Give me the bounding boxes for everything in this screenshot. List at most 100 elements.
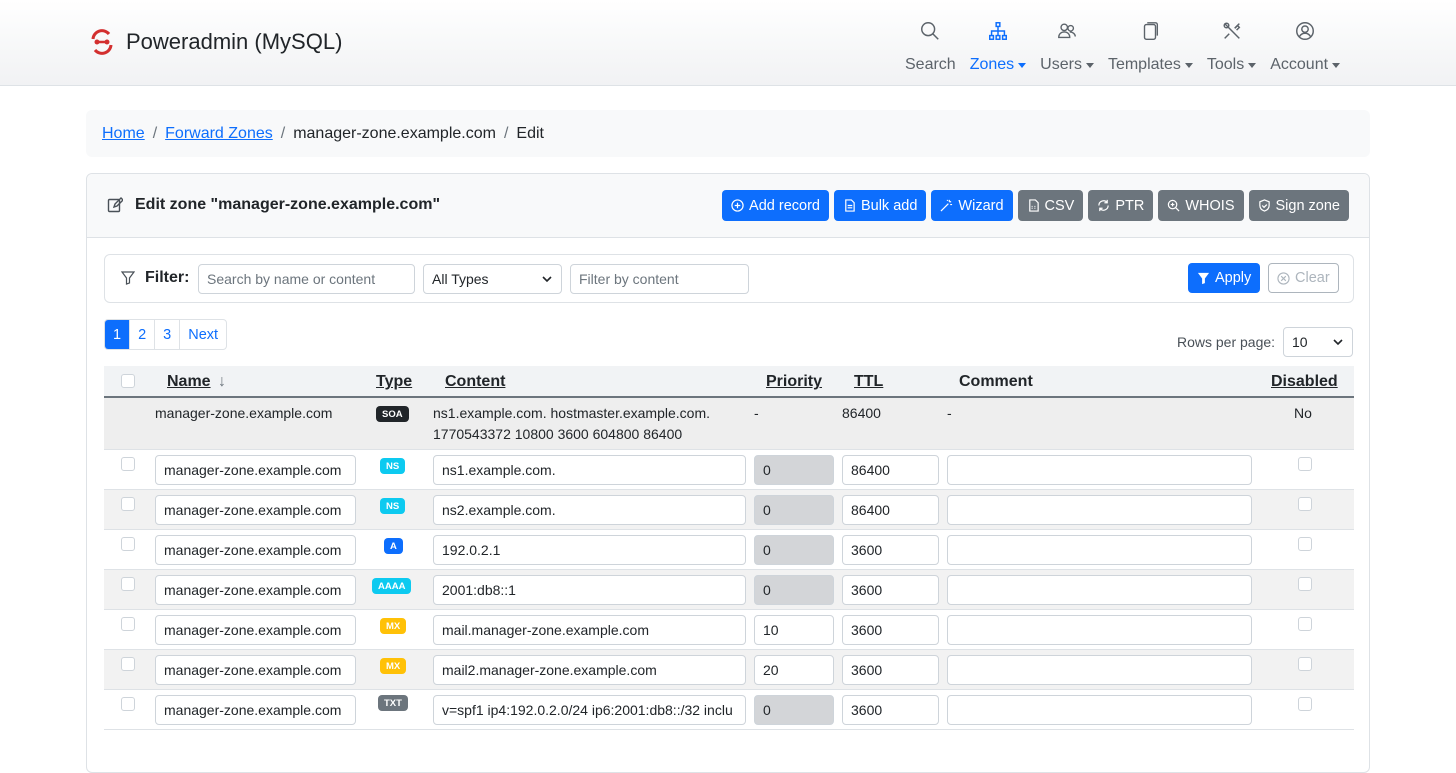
record-disabled-checkbox[interactable] xyxy=(1298,617,1312,631)
nav-zones[interactable]: Zones xyxy=(963,16,1033,74)
record-name-input[interactable]: manager-zone.example.com xyxy=(155,535,356,565)
row-select-checkbox[interactable] xyxy=(121,577,135,591)
column-content-header[interactable]: Content xyxy=(445,373,505,391)
record-comment-input[interactable] xyxy=(947,695,1252,725)
sign-zone-button[interactable]: Sign zone xyxy=(1248,190,1349,221)
nav-account[interactable]: Account xyxy=(1263,16,1347,74)
nav-templates[interactable]: Templates xyxy=(1101,16,1200,74)
record-ttl-input[interactable]: 86400 xyxy=(842,495,939,525)
ptr-button[interactable]: PTR xyxy=(1088,190,1154,221)
column-disabled-header[interactable]: Disabled xyxy=(1271,373,1338,391)
column-name-header[interactable]: Name xyxy=(167,373,211,391)
button-label: Add record xyxy=(749,197,820,214)
breadcrumb-home-link[interactable]: Home xyxy=(102,125,145,143)
rows-per-page-select[interactable]: 10 xyxy=(1283,327,1353,357)
record-name-input[interactable]: manager-zone.example.com xyxy=(155,695,356,725)
record-comment-input[interactable] xyxy=(947,495,1252,525)
record-content-input[interactable]: mail2.manager-zone.example.com xyxy=(433,655,746,685)
button-label: CSV xyxy=(1044,197,1075,214)
column-name-label: Name xyxy=(167,373,211,390)
brand-name: Poweradmin (MySQL) xyxy=(126,29,343,54)
row-select-checkbox[interactable] xyxy=(121,497,135,511)
record-ttl-input[interactable]: 3600 xyxy=(842,655,939,685)
nav-tools[interactable]: Tools xyxy=(1200,16,1263,74)
button-label: WHOIS xyxy=(1185,197,1235,214)
record-content-input[interactable]: v=spf1 ip4:192.0.2.0/24 ip6:2001:db8::/3… xyxy=(433,695,746,725)
content-filter-input[interactable] xyxy=(570,264,749,294)
record-comment-input[interactable] xyxy=(947,535,1252,565)
record-priority-input[interactable]: 0 xyxy=(754,535,834,565)
record-priority-input[interactable]: 0 xyxy=(754,695,834,725)
record-comment-input[interactable] xyxy=(947,615,1252,645)
search-name-input[interactable] xyxy=(198,264,415,294)
next-page-button[interactable]: Next xyxy=(180,320,226,349)
column-type-header[interactable]: Type xyxy=(376,373,412,391)
record-type-select[interactable]: All Types xyxy=(423,264,562,294)
breadcrumb-current: Edit xyxy=(516,124,544,142)
button-label: Apply xyxy=(1215,270,1252,286)
copy-icon xyxy=(1144,22,1159,40)
whois-button[interactable]: WHOIS xyxy=(1158,190,1244,221)
record-name-input[interactable]: manager-zone.example.com xyxy=(155,575,356,605)
record-comment-input[interactable] xyxy=(947,655,1252,685)
record-disabled-checkbox[interactable] xyxy=(1298,657,1312,671)
nav-label: Account xyxy=(1270,56,1329,73)
record-comment-input[interactable] xyxy=(947,455,1252,485)
page-2-button[interactable]: 2 xyxy=(130,320,156,349)
row-select-checkbox[interactable] xyxy=(121,657,135,671)
record-disabled-checkbox[interactable] xyxy=(1298,497,1312,511)
filter-label-text: Filter: xyxy=(145,269,190,286)
page-1-button[interactable]: 1 xyxy=(105,320,131,349)
record-content-input[interactable]: ns2.example.com. xyxy=(433,495,746,525)
record-comment-input[interactable] xyxy=(947,575,1252,605)
record-disabled: No xyxy=(1294,405,1312,421)
record-ttl-input[interactable]: 3600 xyxy=(842,615,939,645)
record-content-input[interactable]: 192.0.2.1 xyxy=(433,535,746,565)
rows-per-page-label: Rows per page: xyxy=(1177,334,1276,350)
record-ttl-input[interactable]: 3600 xyxy=(842,535,939,565)
record-name-input[interactable]: manager-zone.example.com xyxy=(155,455,356,485)
add-record-button[interactable]: Add record xyxy=(722,190,829,221)
select-all-checkbox[interactable] xyxy=(121,374,135,388)
column-priority-header[interactable]: Priority xyxy=(766,373,822,391)
record-ttl-input[interactable]: 3600 xyxy=(842,695,939,725)
record-disabled-checkbox[interactable] xyxy=(1298,457,1312,471)
breadcrumb-separator: / xyxy=(280,124,286,142)
wizard-button[interactable]: Wizard xyxy=(931,190,1013,221)
row-select-checkbox[interactable] xyxy=(121,617,135,631)
breadcrumb-forward-zones-link[interactable]: Forward Zones xyxy=(165,125,273,143)
nav-search[interactable]: Search xyxy=(898,16,963,74)
bulk-add-button[interactable]: Bulk add xyxy=(833,190,927,221)
brand[interactable]: Poweradmin (MySQL) xyxy=(88,28,342,56)
record-content-input[interactable]: mail.manager-zone.example.com xyxy=(433,615,746,645)
record-ttl-input[interactable]: 86400 xyxy=(842,455,939,485)
record-priority-input[interactable]: 0 xyxy=(754,575,834,605)
row-select-checkbox[interactable] xyxy=(121,697,135,711)
record-name: manager-zone.example.com xyxy=(155,405,333,421)
record-disabled-checkbox[interactable] xyxy=(1298,537,1312,551)
column-ttl-header[interactable]: TTL xyxy=(854,373,883,391)
record-content-input[interactable]: 2001:db8::1 xyxy=(433,575,746,605)
zoom-icon xyxy=(1168,199,1180,212)
apply-button[interactable]: Apply xyxy=(1188,263,1261,293)
record-name-input[interactable]: manager-zone.example.com xyxy=(155,655,356,685)
nav-users[interactable]: Users xyxy=(1033,16,1101,74)
button-label: Wizard xyxy=(958,197,1004,214)
record-priority-input[interactable]: 20 xyxy=(754,655,834,685)
record-disabled-checkbox[interactable] xyxy=(1298,577,1312,591)
row-select-checkbox[interactable] xyxy=(121,537,135,551)
row-select-checkbox[interactable] xyxy=(121,457,135,471)
page-3-button[interactable]: 3 xyxy=(155,320,181,349)
csv-button[interactable]: CSV xyxy=(1017,190,1084,221)
record-priority-input[interactable]: 0 xyxy=(754,455,834,485)
record-disabled-checkbox[interactable] xyxy=(1298,697,1312,711)
record-name-input[interactable]: manager-zone.example.com xyxy=(155,615,356,645)
record-name-input[interactable]: manager-zone.example.com xyxy=(155,495,356,525)
record-priority-input[interactable]: 10 xyxy=(754,615,834,645)
record-content-input[interactable]: ns1.example.com. xyxy=(433,455,746,485)
table-row: manager-zone.example.com TXT v=spf1 ip4:… xyxy=(104,690,1354,730)
record-priority-input[interactable]: 0 xyxy=(754,495,834,525)
record-ttl-input[interactable]: 3600 xyxy=(842,575,939,605)
clear-button[interactable]: Clear xyxy=(1268,263,1339,293)
table-row: manager-zone.example.com AAAA 2001:db8::… xyxy=(104,570,1354,610)
